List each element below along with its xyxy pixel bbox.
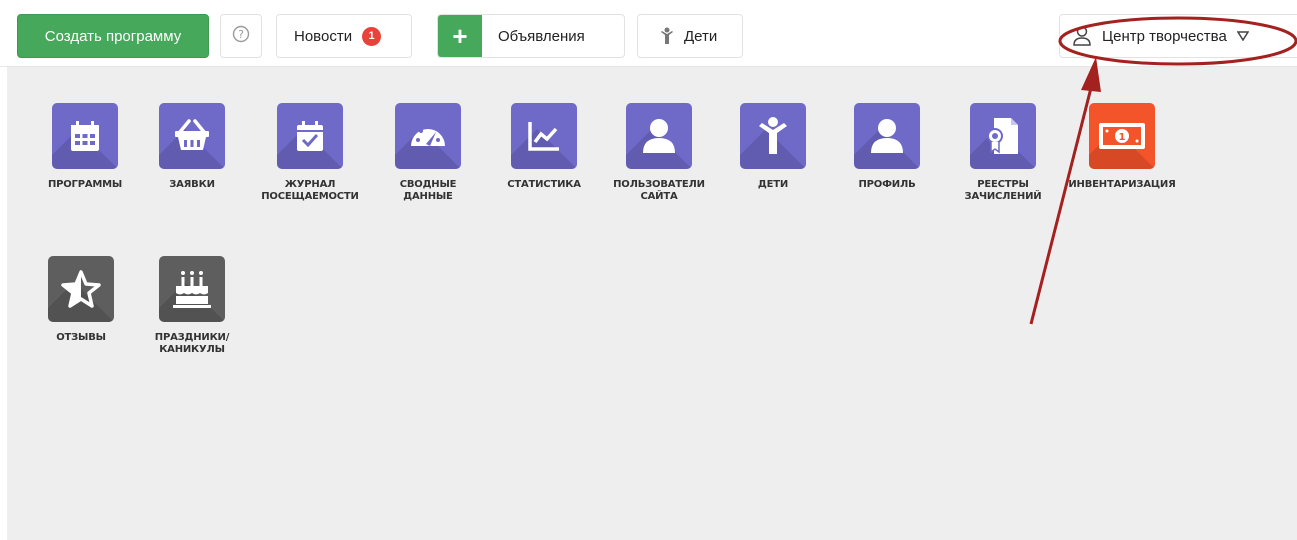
news-count-badge: 1 [362,26,382,46]
tile-statistics[interactable]: СТАТИСТИКА [489,103,599,191]
user-menu-button[interactable]: Центр творчества [1059,14,1297,58]
gauge-icon [395,103,461,169]
svg-text:?: ? [238,28,244,41]
svg-text:1: 1 [1119,132,1126,143]
tile-children[interactable]: ДЕТИ [718,103,828,191]
tile-label: ЖУРНАЛ ПОСЕЩАЕМОСТИ [261,179,359,202]
chevron-down-icon [1236,31,1249,41]
cake-icon [159,256,225,322]
tile-inventory[interactable]: 1 ИНВЕНТАРИЗАЦИЯ [1067,103,1177,191]
organization-name: Центр творчества [1102,27,1227,45]
tile-holidays[interactable]: ПРАЗДНИКИ/ КАНИКУЛЫ [137,256,247,356]
user-icon [1072,25,1092,47]
children-label: Дети [684,27,718,45]
child-icon [740,103,806,169]
create-program-button[interactable]: Создать программу [17,14,209,58]
tile-summary-data[interactable]: СВОДНЫЕ ДАННЫЕ [373,103,483,203]
tile-label: ПОЛЬЗОВАТЕЛИ САЙТА [613,179,705,202]
calendar-check-icon [277,103,343,169]
tile-label: ПРОГРАММЫ [47,179,123,190]
tile-label: ОТЗЫВЫ [56,332,106,343]
calendar-icon [52,103,118,169]
tile-label: ПРОФИЛЬ [858,179,916,190]
announcements-label: Объявления [498,27,585,45]
star-icon [48,256,114,322]
dashboard-area: ПРОГРАММЫ ЗАЯВКИ ЖУРНАЛ ПОСЕЩАЕМОСТИ СВО… [7,67,1297,540]
news-label: Новости [294,27,353,45]
create-program-label: Создать программу [44,27,182,45]
tile-site-users[interactable]: ПОЛЬЗОВАТЕЛИ САЙТА [604,103,714,203]
news-button[interactable]: Новости 1 [276,14,412,58]
tile-programs[interactable]: ПРОГРАММЫ [30,103,140,191]
top-toolbar: Создать программу ? Новости 1 + Объявлен… [0,0,1297,67]
tile-applications[interactable]: ЗАЯВКИ [137,103,247,191]
child-icon [660,27,674,45]
certificate-icon [970,103,1036,169]
tile-label: ДЕТИ [757,179,789,190]
plus-icon[interactable]: + [438,15,482,57]
tile-profile[interactable]: ПРОФИЛЬ [832,103,942,191]
line-chart-icon [511,103,577,169]
tile-attendance-journal[interactable]: ЖУРНАЛ ПОСЕЩАЕМОСТИ [255,103,365,203]
children-button[interactable]: Дети [637,14,743,58]
basket-icon [159,103,225,169]
user-icon [626,103,692,169]
help-icon: ? [232,25,250,47]
tile-label: ПРАЗДНИКИ/ КАНИКУЛЫ [154,332,230,355]
tile-label: РЕЕСТРЫ ЗАЧИСЛЕНИЙ [964,179,1042,202]
money-icon: 1 [1089,103,1155,169]
tile-reviews[interactable]: ОТЗЫВЫ [26,256,136,344]
tile-enrollment-registers[interactable]: РЕЕСТРЫ ЗАЧИСЛЕНИЙ [948,103,1058,203]
tile-label: ИНВЕНТАРИЗАЦИЯ [1068,179,1176,190]
tile-label: СТАТИСТИКА [507,179,581,190]
tile-label: СВОДНЫЕ ДАННЫЕ [399,179,457,202]
announcements-button[interactable]: + Объявления [437,14,625,58]
tile-label: ЗАЯВКИ [169,179,215,190]
profile-icon [854,103,920,169]
help-button[interactable]: ? [220,14,262,58]
